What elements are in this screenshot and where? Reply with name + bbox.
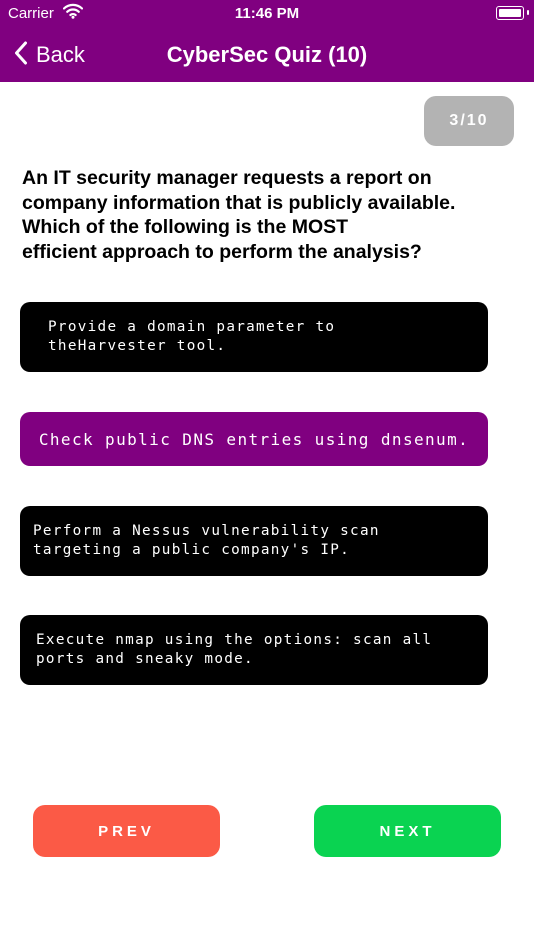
answer-option-1[interactable]: Provide a domain parameter to theHarvest… <box>20 302 488 372</box>
answer-option-3[interactable]: Perform a Nessus vulnerability scan targ… <box>20 506 488 576</box>
answer-option-4[interactable]: Execute nmap using the options: scan all… <box>20 615 488 685</box>
next-button[interactable]: NEXT <box>314 805 501 857</box>
navigation-header: Carrier 11:46 PM Back CyberSec Quiz (10) <box>0 0 534 82</box>
question-progress-badge: 3/10 <box>424 96 514 146</box>
battery-icon <box>496 6 524 20</box>
prev-button[interactable]: PREV <box>33 805 220 857</box>
battery-tip <box>527 10 529 15</box>
question-text: An IT security manager requests a report… <box>22 167 456 263</box>
status-time: 11:46 PM <box>234 5 300 22</box>
answer-option-2[interactable]: Check public DNS entries using dnsenum. <box>20 412 488 466</box>
page-title: CyberSec Quiz (10) <box>166 42 368 67</box>
